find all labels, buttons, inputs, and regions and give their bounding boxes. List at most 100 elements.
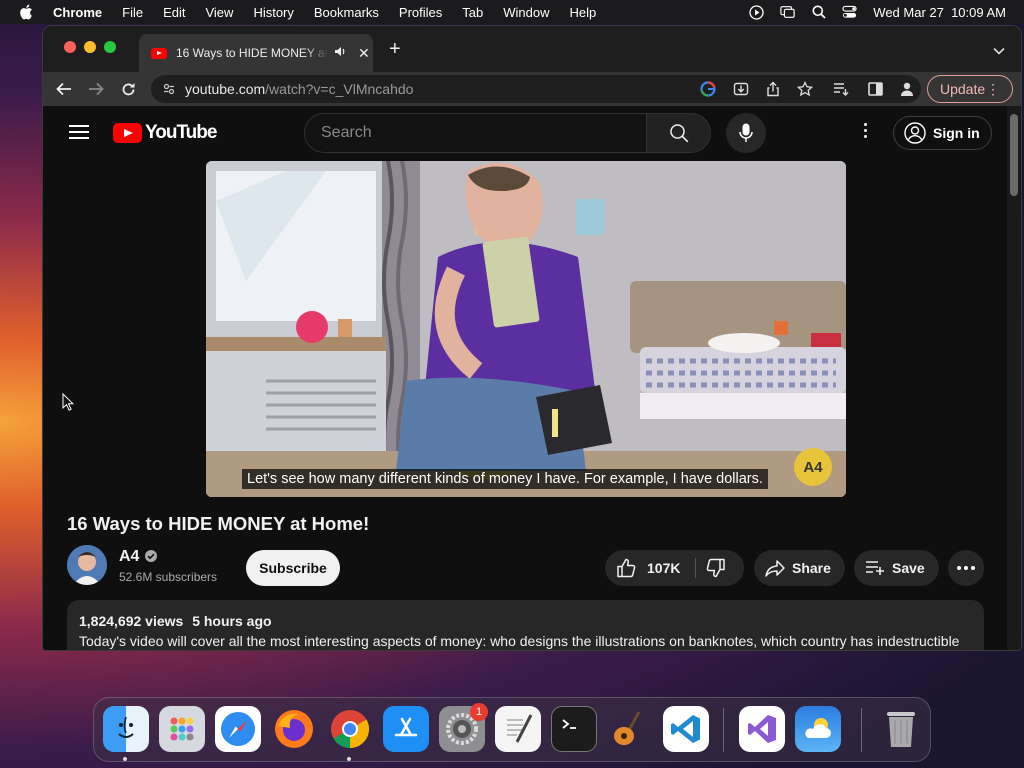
dock-weather[interactable]: [795, 706, 841, 752]
new-tab-button[interactable]: +: [389, 39, 401, 59]
menu-tab[interactable]: Tab: [462, 5, 483, 20]
thumbs-up-icon[interactable]: [615, 557, 637, 579]
menu-view[interactable]: View: [205, 5, 233, 20]
channel-watermark[interactable]: A4: [794, 448, 832, 486]
channel-avatar[interactable]: [67, 545, 107, 585]
reading-list-icon[interactable]: [832, 80, 850, 98]
reload-icon[interactable]: [119, 80, 137, 98]
dock-textedit[interactable]: [495, 706, 541, 752]
menu-app-chrome[interactable]: Chrome: [53, 5, 102, 20]
search-icon: [669, 124, 688, 143]
profile-icon[interactable]: [898, 80, 916, 98]
menu-history[interactable]: History: [253, 5, 293, 20]
dock-separator: [723, 708, 724, 752]
thumbs-down-icon[interactable]: [705, 557, 727, 579]
description-stats: 1,824,692 views 5 hours ago: [79, 613, 972, 629]
finder-running-indicator: [123, 757, 127, 761]
app-store-icon: [394, 717, 418, 737]
media-play-icon[interactable]: [749, 4, 764, 20]
menu-file[interactable]: File: [122, 5, 143, 20]
video-player[interactable]: Let's see how many different kinds of mo…: [206, 161, 846, 497]
channel-name[interactable]: A4: [119, 548, 139, 566]
forward-arrow-icon[interactable]: [87, 80, 105, 98]
install-app-icon[interactable]: [733, 81, 749, 100]
account-circle-icon: [904, 122, 926, 144]
voice-search-button[interactable]: [726, 113, 766, 153]
dock-trash[interactable]: [878, 706, 924, 752]
tab-youtube[interactable]: 16 Ways to HIDE MONEY at Home! ✕: [139, 34, 373, 72]
screen-mirroring-icon[interactable]: [780, 5, 795, 20]
control-center-icon[interactable]: [842, 5, 857, 20]
video-title: 16 Ways to HIDE MONEY at Home!: [67, 513, 370, 534]
youtube-header: YouTube Search Sign in: [43, 106, 1009, 160]
description-box[interactable]: 1,824,692 views 5 hours ago Today's vide…: [67, 600, 984, 650]
dock-garageband[interactable]: [607, 706, 653, 752]
chrome-icon: [331, 710, 370, 749]
subscriber-count: 52.6M subscribers: [119, 570, 218, 584]
site-info-icon[interactable]: [163, 83, 175, 95]
more-actions-button[interactable]: [948, 550, 984, 586]
subscribe-button[interactable]: Subscribe: [246, 550, 340, 586]
menu-bookmarks[interactable]: Bookmarks: [314, 5, 379, 20]
video-frame: [206, 161, 846, 497]
dock-separator-2: [861, 708, 862, 752]
menu-edit[interactable]: Edit: [163, 5, 185, 20]
guide-menu-icon[interactable]: [69, 125, 89, 139]
share-button[interactable]: Share: [754, 550, 845, 586]
vscode-icon: [671, 715, 700, 743]
playlist-add-icon: [866, 561, 884, 575]
menu-help[interactable]: Help: [570, 5, 597, 20]
minimize-window-button[interactable]: [84, 41, 96, 53]
save-button[interactable]: Save: [854, 550, 939, 586]
youtube-logo[interactable]: YouTube: [113, 122, 217, 144]
dock-terminal[interactable]: [551, 706, 597, 752]
dock-visual-studio[interactable]: [739, 706, 785, 752]
dock-finder[interactable]: [103, 706, 149, 752]
tab-audio-icon[interactable]: [334, 46, 346, 60]
video-caption: Let's see how many different kinds of mo…: [242, 469, 768, 489]
tab-search-chevron-icon[interactable]: [993, 42, 1005, 60]
youtube-page: YouTube Search Sign in Let's see how man…: [43, 106, 1009, 650]
dock-launchpad[interactable]: [159, 706, 205, 752]
search-placeholder: Search: [321, 124, 372, 141]
dock-vscode[interactable]: [663, 706, 709, 752]
menu-bar: Chrome File Edit View History Bookmarks …: [0, 0, 1024, 24]
settings-more-icon[interactable]: [855, 123, 875, 143]
mouse-cursor-icon: [62, 393, 74, 411]
google-lens-icon[interactable]: [700, 81, 716, 100]
dock-app-store[interactable]: [383, 706, 429, 752]
share-page-icon[interactable]: [765, 81, 781, 100]
side-panel-icon[interactable]: [866, 80, 884, 98]
sign-in-button[interactable]: Sign in: [893, 116, 992, 150]
apple-icon[interactable]: [19, 4, 33, 20]
chrome-menu-icon[interactable]: ⋮: [986, 81, 1000, 98]
menu-profiles[interactable]: Profiles: [399, 5, 442, 20]
search-button[interactable]: [646, 113, 711, 153]
dock-safari[interactable]: [215, 706, 261, 752]
update-button[interactable]: Update ⋮: [927, 75, 1013, 103]
share-arrow-icon: [765, 560, 785, 577]
like-count[interactable]: 107K: [647, 560, 680, 576]
page-scrollbar-thumb[interactable]: [1010, 114, 1018, 196]
clock[interactable]: Wed Mar 27 10:09 AM: [873, 5, 1006, 20]
visual-studio-icon: [748, 715, 776, 743]
back-arrow-icon[interactable]: [55, 80, 73, 98]
spotlight-search-icon[interactable]: [811, 5, 826, 20]
tab-strip: 16 Ways to HIDE MONEY at Home! ✕ +: [43, 26, 1021, 72]
terminal-prompt-icon: [562, 719, 576, 729]
dock-system-settings[interactable]: 1: [439, 703, 488, 752]
update-label: Update: [940, 81, 986, 97]
trash-icon: [887, 712, 915, 747]
search-input[interactable]: Search: [304, 113, 647, 153]
maximize-window-button[interactable]: [104, 41, 116, 53]
tab-title: 16 Ways to HIDE MONEY at Home!: [176, 46, 328, 60]
bookmark-star-icon[interactable]: [796, 80, 814, 100]
finder-icon: [118, 716, 134, 738]
browser-toolbar: youtube.com/watch?v=c_VlMncahdo Update ⋮: [43, 72, 1021, 106]
dock-chrome[interactable]: [327, 706, 373, 752]
close-window-button[interactable]: [64, 41, 76, 53]
tab-close-icon[interactable]: ✕: [358, 45, 370, 62]
menu-window[interactable]: Window: [503, 5, 549, 20]
dock-firefox[interactable]: [271, 706, 317, 752]
address-bar[interactable]: youtube.com/watch?v=c_VlMncahdo: [151, 75, 921, 103]
